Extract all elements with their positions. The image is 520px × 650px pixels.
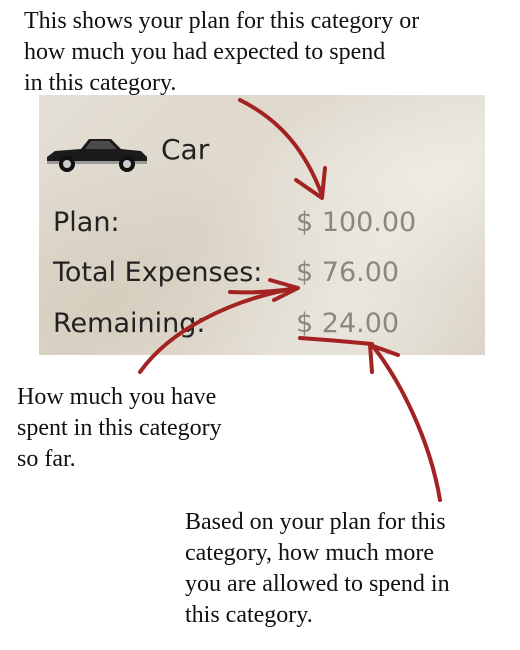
remaining-value: $ 24.00 — [296, 308, 400, 339]
remaining-label: Remaining: — [53, 308, 206, 339]
category-title: Car — [161, 133, 210, 166]
total-expenses-label: Total Expenses: — [53, 257, 263, 288]
annotation-plan: This shows your plan for this category o… — [24, 8, 420, 96]
annotation-remaining: Based on your plan for this category, ho… — [185, 509, 450, 628]
total-expenses-value: $ 76.00 — [296, 257, 400, 288]
plan-label: Plan: — [53, 207, 120, 238]
plan-value: $ 100.00 — [296, 207, 417, 238]
annotation-expenses: How much you have spent in this category… — [17, 384, 222, 472]
car-icon — [47, 139, 147, 172]
category-panel: Car Plan: $ 100.00 Total Expenses: $ 76.… — [39, 95, 485, 355]
arrow-to-remaining — [370, 343, 442, 502]
